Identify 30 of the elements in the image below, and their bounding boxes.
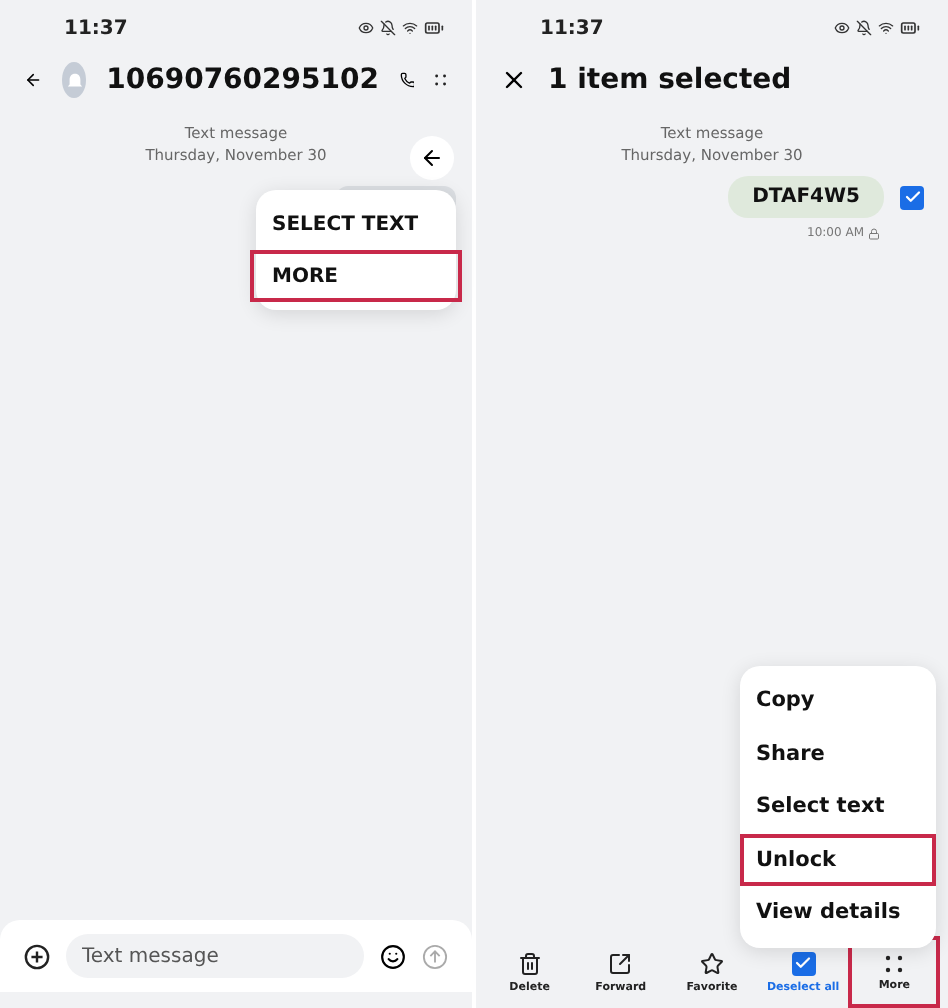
- message-checkbox[interactable]: [900, 185, 924, 209]
- avatar-icon: [62, 62, 87, 98]
- menu-item[interactable]: Copy: [740, 674, 936, 727]
- status-time: 11:37: [64, 17, 128, 39]
- back-icon: [420, 146, 444, 170]
- status-time: 11:37: [540, 17, 604, 39]
- contact-number: 10690760295102: [106, 64, 379, 96]
- menu-item[interactable]: View details: [740, 886, 936, 939]
- star-icon: [699, 951, 724, 975]
- trash-icon: [517, 951, 542, 975]
- message-bubble[interactable]: DTAF4W5: [728, 176, 884, 218]
- checkbox-icon: [791, 951, 816, 975]
- menu-item[interactable]: Unlock: [740, 833, 936, 886]
- forward-icon: [608, 951, 633, 975]
- status-icons: [358, 18, 444, 38]
- more-icon: [434, 70, 448, 90]
- menu-item[interactable]: Select text: [740, 780, 936, 833]
- menu-item[interactable]: SELECT TEXT: [250, 198, 462, 250]
- lock-icon: [868, 227, 880, 239]
- close-icon[interactable]: [500, 66, 528, 94]
- status-icons: [834, 18, 920, 38]
- selection-title: 1 item selected: [548, 64, 794, 96]
- emoji-icon[interactable]: [380, 943, 406, 969]
- menu-item[interactable]: MORE: [250, 250, 462, 302]
- message-field[interactable]: Text message: [66, 934, 364, 978]
- add-icon[interactable]: [24, 943, 50, 969]
- more-icon: [884, 953, 905, 973]
- back-button[interactable]: [410, 136, 454, 180]
- phone-icon[interactable]: [399, 68, 415, 92]
- menu-item[interactable]: Share: [740, 727, 936, 780]
